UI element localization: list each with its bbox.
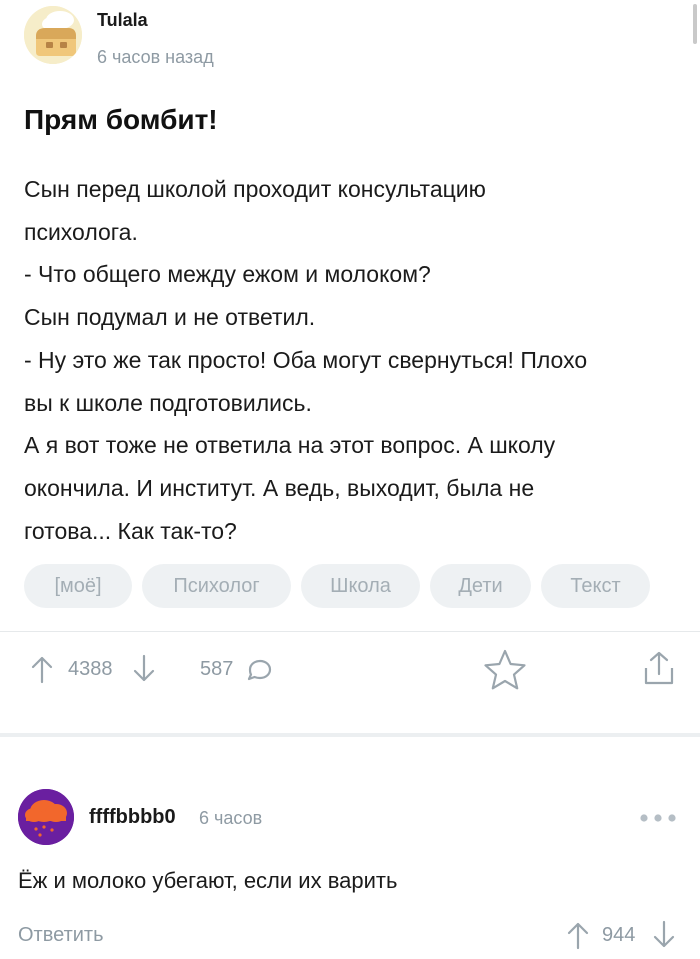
comment-rating: 944 xyxy=(602,924,636,946)
post-body-line: психолога. xyxy=(24,218,138,245)
toast-avatar-icon xyxy=(24,6,82,64)
reply-button[interactable]: Ответить xyxy=(18,924,104,947)
tag-school[interactable]: Школа xyxy=(301,564,420,608)
section-divider xyxy=(0,733,700,737)
post-time: 6 часов назад xyxy=(97,47,214,67)
comment-downvote-icon[interactable] xyxy=(652,920,676,950)
upvote-icon[interactable] xyxy=(30,654,54,684)
post-body-line: Сын подумал и не ответил. xyxy=(24,304,316,331)
post-body-line: Сын перед школой проходит консультацию xyxy=(24,176,486,202)
post-actions: 4388 587 xyxy=(0,646,700,696)
post-title[interactable]: Прям бомбит! xyxy=(24,104,218,136)
comment-author-avatar[interactable] xyxy=(18,789,74,845)
post-body-line: готова... Как так-то? xyxy=(24,517,237,544)
post-body-line: А я вот тоже не ответила на этот вопрос.… xyxy=(24,432,556,459)
post-author[interactable]: Tulala xyxy=(97,10,148,31)
more-options-icon[interactable] xyxy=(638,810,678,826)
comment-author[interactable]: ffffbbbb0 xyxy=(89,806,176,829)
tag-moe[interactable]: [моё] xyxy=(24,564,132,608)
divider xyxy=(0,631,700,632)
post-body-line: вы к школе подготовились. xyxy=(24,389,312,416)
comment-text: Ёж и молоко убегают, если их варить xyxy=(18,868,398,893)
scrollbar[interactable] xyxy=(693,4,697,44)
comment-upvote-icon[interactable] xyxy=(566,920,590,950)
star-bookmark-icon[interactable] xyxy=(482,648,528,692)
post-body-line: окончила. И институт. А ведь, выходит, б… xyxy=(24,474,535,501)
post-rating: 4388 xyxy=(68,658,113,680)
tag-psychologist[interactable]: Психолог xyxy=(142,564,291,608)
downvote-icon[interactable] xyxy=(132,654,156,684)
comment-time: 6 часов xyxy=(199,808,263,828)
author-avatar[interactable] xyxy=(24,6,82,64)
share-icon[interactable] xyxy=(642,650,676,686)
post-body-line: - Что общего между ежом и молоком? xyxy=(24,261,431,288)
comments-count[interactable]: 587 xyxy=(200,658,233,681)
comment-bubble-icon[interactable] xyxy=(246,658,274,682)
post-body: Сын перед школой проходит консультацию п… xyxy=(24,168,684,552)
tag-children[interactable]: Дети xyxy=(430,564,531,608)
post-body-line: - Ну это же так просто! Оба могут сверну… xyxy=(24,346,588,373)
cloud-avatar-icon xyxy=(18,789,74,845)
tag-text[interactable]: Текст xyxy=(541,564,650,608)
